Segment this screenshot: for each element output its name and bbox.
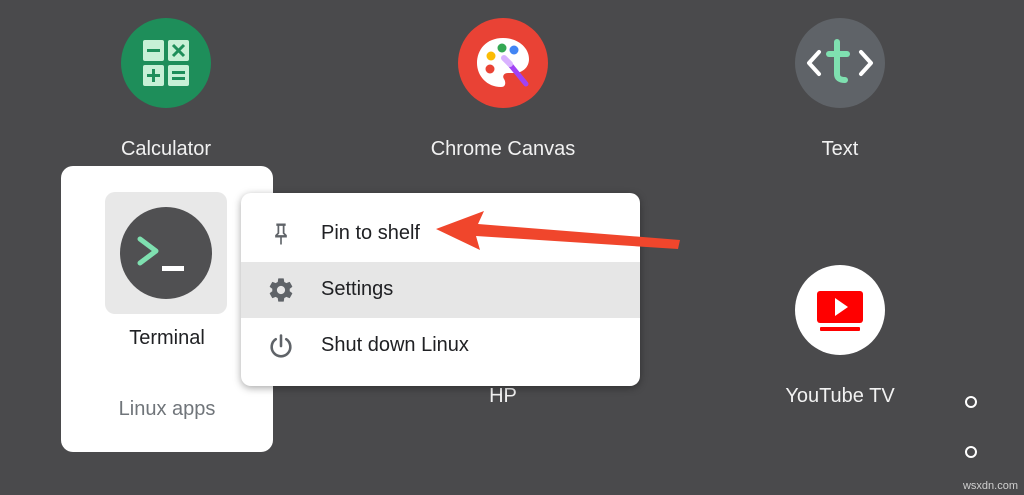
page-indicator-dot-1[interactable] (965, 396, 977, 408)
page-indicator-dot-2[interactable] (965, 446, 977, 458)
watermark: wsxdn.com (962, 480, 1018, 492)
annotation-arrow-icon (436, 211, 680, 250)
